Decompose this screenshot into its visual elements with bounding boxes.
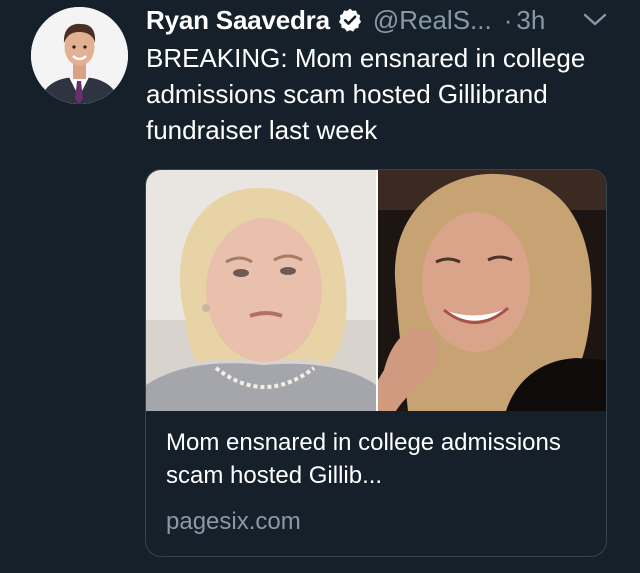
separator-dot: · <box>503 4 513 35</box>
handle[interactable]: @RealS... <box>373 5 492 36</box>
link-card[interactable]: Mom ensnared in college admissions scam … <box>145 169 607 557</box>
profile-photo <box>31 7 128 104</box>
timestamp[interactable]: 3h <box>516 5 545 36</box>
verified-badge-icon <box>338 8 361 32</box>
avatar[interactable] <box>31 7 128 104</box>
tweet[interactable]: Ryan Saavedra @RealS... · 3h BREAKING: M… <box>0 0 640 573</box>
display-name[interactable]: Ryan Saavedra <box>146 5 330 36</box>
news-photo <box>146 170 606 411</box>
card-title[interactable]: Mom ensnared in college admissions scam … <box>166 426 591 492</box>
chevron-down-icon[interactable] <box>582 11 608 29</box>
card-domain[interactable]: pagesix.com <box>166 507 301 537</box>
tweet-header: Ryan Saavedra @RealS... · 3h <box>146 4 545 36</box>
tweet-text: BREAKING: Mom ensnared in college admiss… <box>146 43 586 145</box>
card-image[interactable] <box>146 170 606 411</box>
